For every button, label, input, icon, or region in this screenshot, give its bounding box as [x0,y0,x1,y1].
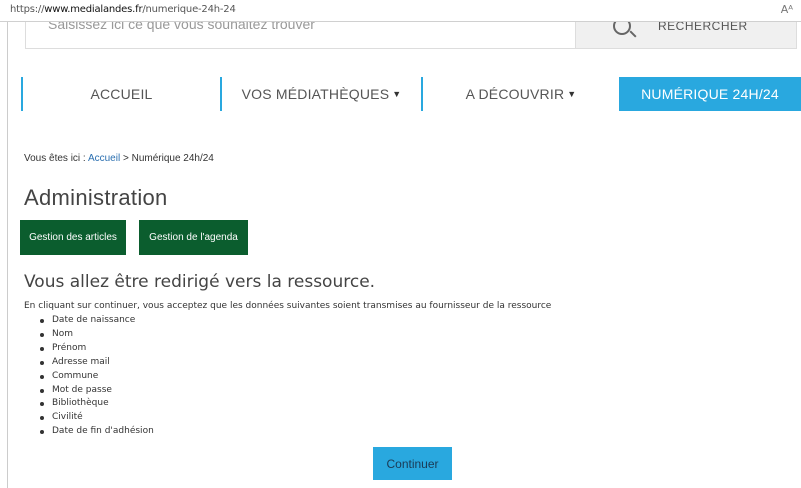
list-item: Civilité [38,411,154,425]
page-title: Administration [24,185,168,210]
list-item: Bibliothèque [38,397,154,411]
breadcrumb-prefix: Vous êtes ici : [24,153,88,164]
url-text[interactable]: https://www.medialandes.fr/numerique-24h… [10,4,236,15]
list-item: Nom [38,328,154,342]
breadcrumb-current: Numérique 24h/24 [131,153,214,164]
nav-item-vos-mediatheques[interactable]: VOS MÉDIATHÈQUES ▼ [220,77,421,111]
search-input[interactable]: Saisissez ici ce que vous souhaitez trou… [25,22,576,49]
list-item: Adresse mail [38,356,154,370]
redirect-consent-text: En cliquant sur continuer, vous acceptez… [24,301,552,311]
redirect-title: Vous allez être redirigé vers la ressour… [24,272,376,292]
nav-item-a-decouvrir[interactable]: A DÉCOUVRIR ▼ [421,77,619,111]
browser-address-bar[interactable]: https://www.medialandes.fr/numerique-24h… [0,0,801,22]
nav-item-accueil[interactable]: ACCUEIL [21,77,220,111]
manage-articles-button[interactable]: Gestion des articles [20,220,126,255]
continue-button[interactable]: Continuer [373,447,452,480]
caret-down-icon: ▼ [392,89,402,99]
list-item: Mot de passe [38,384,154,398]
search-icon [613,22,631,35]
nav-item-label: A DÉCOUVRIR [465,86,565,102]
list-item: Date de naissance [38,314,154,328]
search-button-label: RECHERCHER [658,22,748,33]
breadcrumb-home-link[interactable]: Accueil [88,153,120,164]
breadcrumb-separator: > [120,153,132,164]
main-navigation: ACCUEIL VOS MÉDIATHÈQUES ▼ A DÉCOUVRIR ▼… [21,77,801,111]
transmitted-fields-list: Date de naissance Nom Prénom Adresse mai… [38,314,154,439]
page-content: Saisissez ici ce que vous souhaitez trou… [7,22,801,488]
search-placeholder: Saisissez ici ce que vous souhaitez trou… [48,22,315,32]
list-item: Commune [38,370,154,384]
caret-down-icon: ▼ [567,89,577,99]
url-host: www.medialandes.fr [44,4,143,15]
nav-item-label: VOS MÉDIATHÈQUES [241,86,390,102]
search-button[interactable]: RECHERCHER [575,22,797,49]
list-item: Date de fin d'adhésion [38,425,154,439]
nav-item-label: ACCUEIL [90,86,153,102]
nav-item-label: NUMÉRIQUE 24H/24 [641,86,779,102]
url-path: /numerique-24h-24 [142,4,236,15]
nav-item-numerique[interactable]: NUMÉRIQUE 24H/24 [619,77,801,111]
url-prefix: https:// [10,4,45,15]
reader-mode-icon[interactable]: Aᴬ [781,3,793,16]
manage-agenda-button[interactable]: Gestion de l'agenda [139,220,248,255]
list-item: Prénom [38,342,154,356]
breadcrumb: Vous êtes ici : Accueil > Numérique 24h/… [24,153,214,164]
